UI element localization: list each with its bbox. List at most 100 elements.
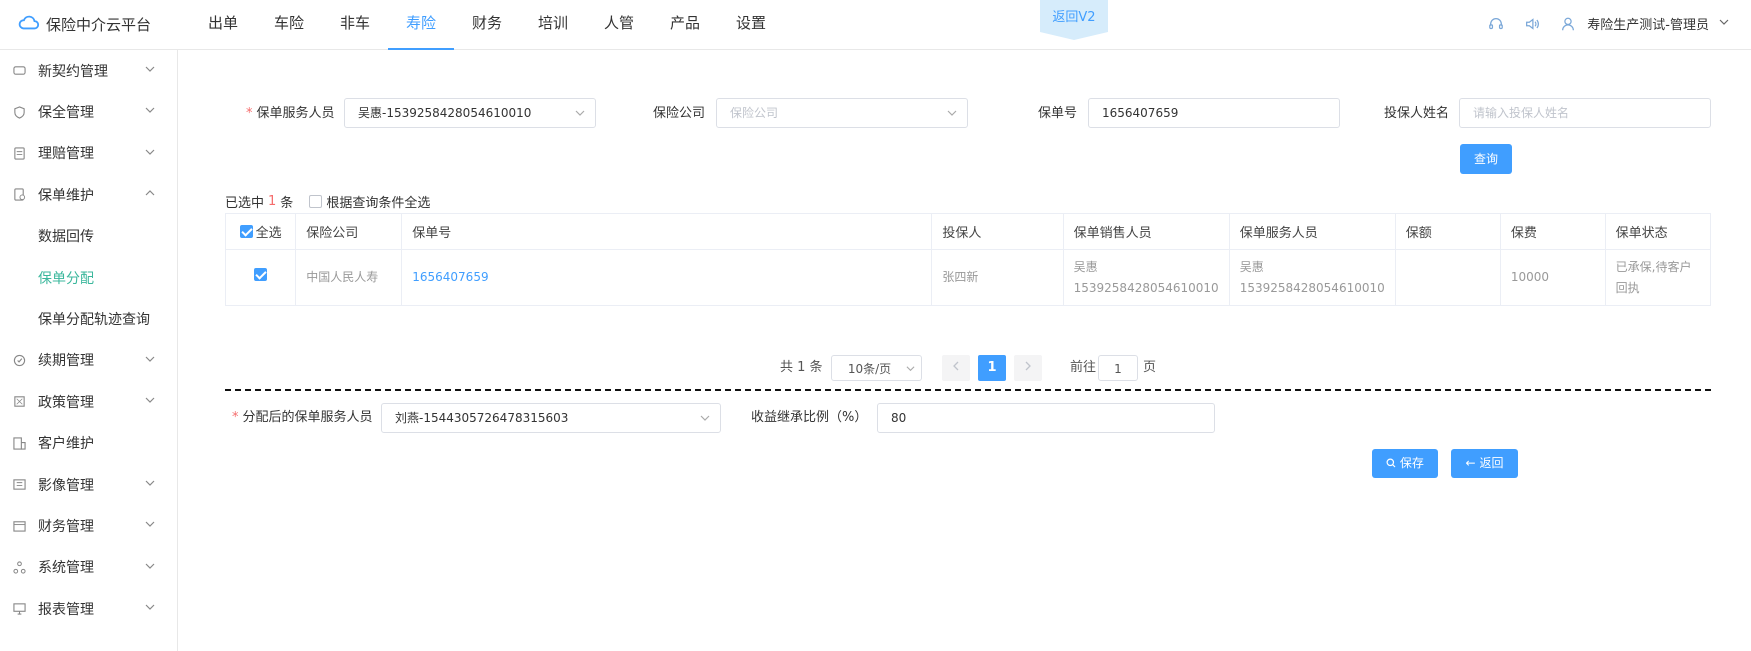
chevron-up-icon <box>145 190 155 196</box>
app-logo[interactable]: 保险中介云平台 <box>18 13 151 35</box>
sidebar-item-label: 新契约管理 <box>38 63 108 80</box>
top-nav: 出单 车险 非车 寿险 财务 培训 人管 产品 设置 <box>190 0 784 50</box>
sidebar-item-preservation[interactable]: 保全管理 <box>0 91 177 132</box>
sidebar-item-new-contract[interactable]: 新契约管理 <box>0 50 177 91</box>
sidebar-item-policy-mgmt[interactable]: 政策管理 <box>0 381 177 422</box>
speaker-icon[interactable] <box>1523 15 1541 33</box>
policy-icon <box>12 395 26 409</box>
next-page-button[interactable] <box>1014 355 1042 381</box>
income-ratio-label: 收益继承比例（%） <box>751 410 868 425</box>
select-all-label: 全选 <box>255 225 282 241</box>
top-nav-item-chanpin[interactable]: 产品 <box>652 0 718 50</box>
sidebar-item-renewal[interactable]: 续期管理 <box>0 340 177 381</box>
page-size-select[interactable]: 10条/页 <box>831 355 922 381</box>
report-icon <box>12 602 26 616</box>
col-header-amount: 保额 <box>1394 213 1501 250</box>
system-icon <box>12 560 26 574</box>
chevron-right-icon <box>1025 361 1031 371</box>
sidebar-item-finance[interactable]: 财务管理 <box>0 505 177 546</box>
sidebar-subitem-policy-assign[interactable]: 保单分配 <box>0 257 177 298</box>
finance-icon <box>12 519 26 533</box>
sidebar-item-claims[interactable]: 理赔管理 <box>0 133 177 174</box>
col-header-sales: 保单销售人员 <box>1062 213 1230 250</box>
col-header-policy-no: 保单号 <box>401 213 933 250</box>
sidebar-item-system[interactable]: 系统管理 <box>0 547 177 588</box>
insurance-company-select[interactable]: 保险公司 <box>716 98 968 128</box>
row-checkbox-cell[interactable] <box>224 249 297 306</box>
main-content: * 保单服务人员 吴惠-1539258428054610010 保险公司 保险公司… <box>179 50 1751 651</box>
shield-icon <box>12 105 26 119</box>
headset-icon[interactable] <box>1487 15 1505 33</box>
search-form: * 保单服务人员 吴惠-1539258428054610010 保险公司 保险公司… <box>179 98 1751 130</box>
select-all-checkbox[interactable] <box>239 224 253 238</box>
prev-page-button[interactable] <box>942 355 970 381</box>
top-nav-item-peixun[interactable]: 培训 <box>520 0 586 50</box>
pagination: 共 1 条 10条/页 1 前往 1 页 <box>179 355 1751 381</box>
cell-policy-no-link[interactable]: 1656407659 <box>401 249 933 306</box>
chevron-down-icon <box>145 604 155 610</box>
top-nav-item-chudan[interactable]: 出单 <box>190 0 256 50</box>
top-nav-item-chexian[interactable]: 车险 <box>256 0 322 50</box>
goto-page-input[interactable]: 1 <box>1098 355 1138 381</box>
dashed-divider <box>225 389 1711 391</box>
policyholder-name-input[interactable]: 请输入投保人姓名 <box>1459 98 1711 128</box>
user-name: 寿险生产测试-管理员 <box>1587 18 1709 33</box>
cloud-icon <box>18 13 40 35</box>
app-title: 保险中介云平台 <box>46 15 152 34</box>
chevron-down-icon <box>700 415 710 421</box>
sidebar-item-report[interactable]: 报表管理 <box>0 588 177 629</box>
chevron-down-icon <box>145 521 155 528</box>
sales-id: 1539258428054610010 <box>1073 280 1219 295</box>
chevron-down-icon <box>145 397 155 403</box>
sidebar-item-label: 客户维护 <box>38 436 94 453</box>
sidebar-item-label: 保单维护 <box>38 187 94 204</box>
sidebar-item-customer[interactable]: 客户维护 <box>0 423 177 464</box>
back-button-label: 返回 <box>1479 456 1504 470</box>
selection-info: 已选中 1 条 根据查询条件全选 <box>225 192 430 211</box>
cell-company: 中国人民人寿 <box>295 249 403 306</box>
chevron-down-icon <box>145 480 155 486</box>
query-button[interactable]: 查询 <box>1460 144 1512 174</box>
assigned-service-select[interactable]: 刘燕-1544305726478315603 <box>381 403 721 433</box>
image-icon <box>12 478 26 492</box>
col-header-company: 保险公司 <box>295 213 403 250</box>
back-v2-button[interactable]: 返回V2 <box>1040 0 1108 40</box>
sidebar-item-label: 报表管理 <box>38 601 94 618</box>
sidebar-subitem-data-return[interactable]: 数据回传 <box>0 216 177 257</box>
top-nav-item-caiwu[interactable]: 财务 <box>454 0 520 50</box>
top-nav-item-shezhi[interactable]: 设置 <box>718 0 784 50</box>
select-all-header[interactable]: 全选 <box>224 213 297 250</box>
col-header-service: 保单服务人员 <box>1228 213 1396 250</box>
claim-doc-icon <box>12 146 26 160</box>
policy-doc-icon <box>12 188 26 202</box>
col-header-status: 保单状态 <box>1604 213 1712 250</box>
user-menu[interactable]: 寿险生产测试-管理员 <box>1559 14 1729 33</box>
back-button[interactable]: ← 返回 <box>1451 449 1518 478</box>
save-button[interactable]: 保存 <box>1372 449 1438 478</box>
chevron-down-icon <box>145 356 155 362</box>
selection-count: 1 <box>268 194 277 209</box>
top-right-tools: 寿险生产测试-管理员 <box>1487 14 1729 33</box>
sidebar-item-image[interactable]: 影像管理 <box>0 464 177 505</box>
contract-icon <box>12 64 26 78</box>
sidebar-subitem-assign-track[interactable]: 保单分配轨迹查询 <box>0 298 177 339</box>
row-checkbox[interactable] <box>254 268 268 281</box>
top-bar: 保险中介云平台 出单 车险 非车 寿险 财务 培训 人管 产品 设置 返回V2 … <box>0 0 1751 50</box>
sidebar-item-policy-maintenance[interactable]: 保单维护 <box>0 174 177 215</box>
top-nav-item-renguan[interactable]: 人管 <box>586 0 652 50</box>
policy-number-input[interactable]: 1656407659 <box>1088 98 1340 128</box>
select-all-by-query-checkbox[interactable] <box>309 195 323 208</box>
service-person-select[interactable]: 吴惠-1539258428054610010 <box>344 98 596 128</box>
arrow-left-icon: ← <box>1465 456 1476 470</box>
cell-service: 吴惠 1539258428054610010 <box>1228 249 1396 306</box>
income-ratio-input[interactable]: 80 <box>877 403 1215 433</box>
top-nav-item-feiche[interactable]: 非车 <box>322 0 388 50</box>
required-mark: * <box>232 410 239 425</box>
top-nav-item-shouxian[interactable]: 寿险 <box>388 0 454 50</box>
sidebar: 新契约管理 保全管理 理赔管理 保单维护 数据回传 保单分配 保单分配轨迹查询 … <box>0 50 178 651</box>
policy-number-label: 保单号 <box>1038 106 1078 121</box>
insurance-company-label: 保险公司 <box>653 106 706 121</box>
page-button-current[interactable]: 1 <box>978 355 1006 381</box>
select-all-by-query-label: 根据查询条件全选 <box>326 196 431 211</box>
table-row[interactable]: 中国人民人寿 1656407659 张四新 吴惠 153925842805461… <box>224 249 1712 306</box>
